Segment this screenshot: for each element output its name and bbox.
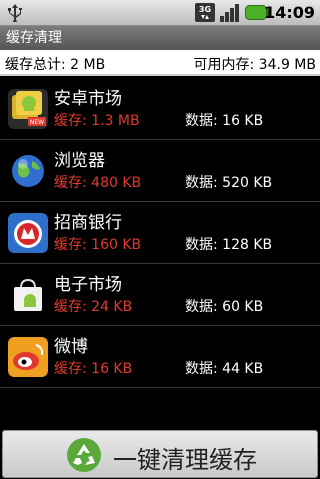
app-row-electronic-market[interactable]: 电子市场 缓存: 24 KB 数据: 60 KB bbox=[0, 264, 320, 326]
app-cache-size: 缓存: 16 KB bbox=[54, 361, 133, 377]
app-data-size: 数据: 44 KB bbox=[185, 361, 264, 377]
app-data-size: 数据: 520 KB bbox=[185, 175, 273, 191]
app-name: 浏览器 bbox=[54, 151, 105, 171]
app-row-browser[interactable]: 浏览器 缓存: 480 KB 数据: 520 KB bbox=[0, 140, 320, 202]
usb-icon bbox=[8, 4, 22, 22]
app-row-weibo[interactable]: 微博 缓存: 16 KB 数据: 44 KB bbox=[0, 326, 320, 388]
browser-globe-icon bbox=[8, 151, 48, 191]
summary-bar: 缓存总计: 2 MB 可用内存: 34.9 MB bbox=[0, 50, 320, 76]
app-name: 招商银行 bbox=[54, 213, 122, 233]
free-memory-label: 可用内存: 34.9 MB bbox=[193, 57, 316, 73]
signal-strength-icon bbox=[220, 4, 239, 22]
app-data-size: 数据: 16 KB bbox=[185, 113, 264, 129]
app-list: NEW 安卓市场 缓存: 1.3 MB 数据: 16 KB 浏览器 缓存: 48… bbox=[0, 78, 320, 388]
app-cache-size: 缓存: 1.3 MB bbox=[54, 113, 140, 129]
app-cache-size: 缓存: 24 KB bbox=[54, 299, 133, 315]
total-cache-label: 缓存总计: 2 MB bbox=[5, 57, 106, 73]
bottom-bar: 一键清理缓存 bbox=[0, 428, 320, 479]
app-name: 安卓市场 bbox=[54, 89, 122, 109]
clean-button-label: 一键清理缓存 bbox=[113, 446, 257, 474]
cmb-bank-icon bbox=[8, 213, 48, 253]
app-row-android-market[interactable]: NEW 安卓市场 缓存: 1.3 MB 数据: 16 KB bbox=[0, 78, 320, 140]
app-row-cmb-bank[interactable]: 招商银行 缓存: 160 KB 数据: 128 KB bbox=[0, 202, 320, 264]
svg-text:3G: 3G bbox=[199, 5, 211, 14]
app-data-size: 数据: 60 KB bbox=[185, 299, 264, 315]
status-bar: 3G 14:09 bbox=[0, 0, 320, 26]
recycle-icon bbox=[67, 438, 101, 472]
app-name: 电子市场 bbox=[54, 275, 122, 295]
app-cache-size: 缓存: 160 KB bbox=[54, 237, 142, 253]
network-3g-icon: 3G bbox=[195, 3, 215, 22]
one-click-clean-button[interactable]: 一键清理缓存 bbox=[2, 430, 318, 478]
page-title: 缓存清理 bbox=[0, 26, 320, 50]
market-bag-icon bbox=[8, 275, 48, 315]
svg-text:NEW: NEW bbox=[30, 119, 44, 126]
app-data-size: 数据: 128 KB bbox=[185, 237, 273, 253]
android-market-icon: NEW bbox=[8, 89, 48, 129]
clock: 14:09 bbox=[264, 3, 315, 22]
weibo-icon bbox=[8, 337, 48, 377]
app-name: 微博 bbox=[54, 337, 88, 357]
app-cache-size: 缓存: 480 KB bbox=[54, 175, 142, 191]
